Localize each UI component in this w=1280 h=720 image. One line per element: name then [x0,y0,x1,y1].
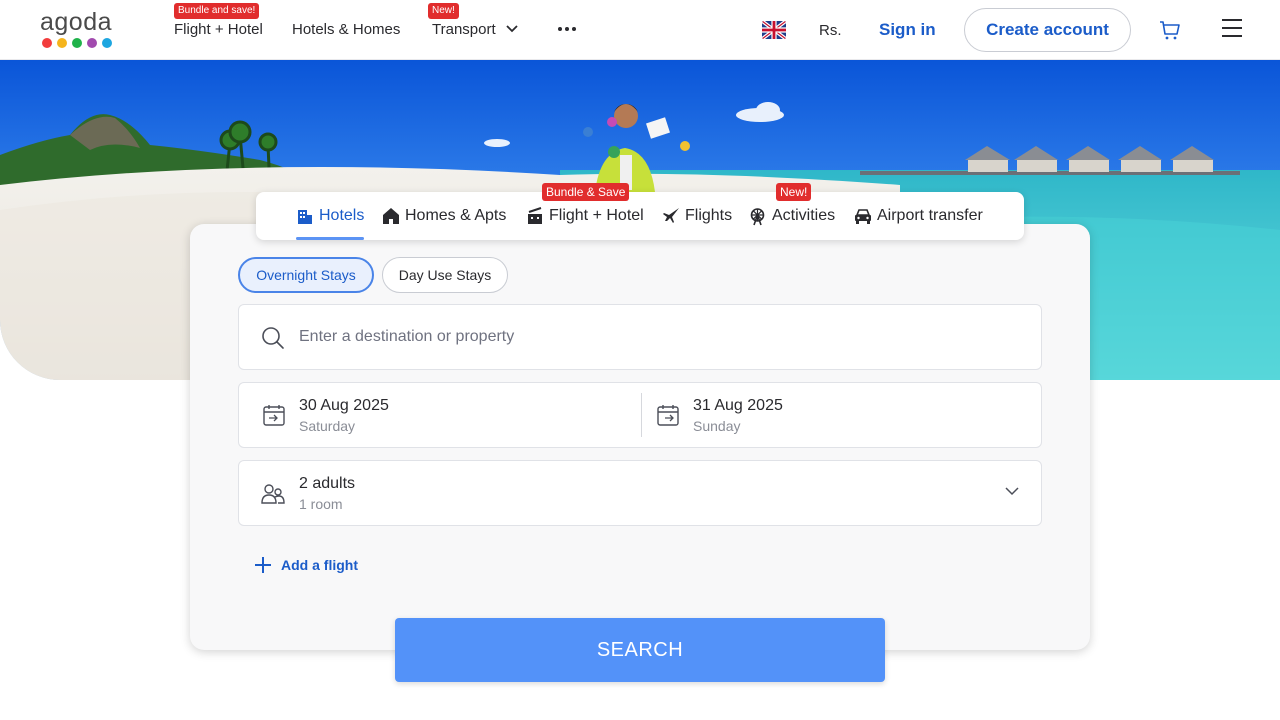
hotel-building-icon [298,210,312,224]
rooms-summary: 1 room [299,496,343,512]
nav-transport[interactable]: New! Transport [428,3,518,38]
nav-transport-label: Transport [432,21,496,38]
tab-homes-apts-label: Homes & Apts [405,207,507,224]
search-icon [262,327,284,349]
occupancy-selector[interactable]: 2 adults 1 room [238,460,1042,526]
flight-hotel-icon [528,207,542,224]
check-out-date[interactable]: 31 Aug 2025 Sunday [633,383,1023,447]
dot [565,27,569,31]
bar [1222,19,1242,21]
nav-flight-hotel-label: Flight + Hotel [174,21,263,38]
nav-flight-hotel[interactable]: Bundle and save! Flight + Hotel [174,3,263,38]
tab-homes-apts[interactable]: Homes & Apts [382,192,506,240]
tab-flights-label: Flights [685,207,733,224]
tab-activities[interactable]: New! Activities [748,183,836,240]
dot [558,27,562,31]
logo-dot-yellow [57,38,67,48]
check-out-date-value: 31 Aug 2025 [693,397,783,414]
sign-in-link[interactable]: Sign in [879,20,936,40]
calendar-check-in-icon [263,405,285,426]
badge-new: New! [776,183,812,201]
hamburger-menu-icon[interactable] [1222,19,1242,37]
create-account-button[interactable]: Create account [964,8,1131,52]
logo-text: agoda [40,8,113,36]
cart-icon[interactable] [1159,19,1181,41]
add-flight-link[interactable]: Add a flight [254,556,358,574]
logo-dot-blue [102,38,112,48]
logo-dots [42,38,116,48]
tab-activities-label: Activities [772,207,836,224]
calendar-check-out-icon [657,405,679,426]
badge-bundle-save: Bundle & Save [542,183,630,201]
currency-selector[interactable]: Rs. [819,22,842,39]
check-in-date-value: 30 Aug 2025 [299,397,389,414]
bar [1222,27,1242,29]
ferris-wheel-icon [750,207,765,225]
tab-flight-hotel[interactable]: Bundle & Save Flight + Hotel [526,183,644,240]
search-button[interactable]: SEARCH [395,618,885,682]
destination-field[interactable] [238,304,1042,370]
chevron-down-icon [1005,487,1019,496]
nav-badge-new: New! [428,3,459,19]
tab-airport-transfer[interactable]: Airport transfer [854,192,983,240]
guests-summary: 2 adults [299,475,356,492]
car-icon [855,209,871,224]
chevron-down-icon [506,25,518,33]
agoda-logo[interactable]: agoda [40,10,116,50]
tab-flights[interactable]: Flights [662,192,732,240]
guests-icon [261,484,285,504]
tab-hotels-label: Hotels [319,207,365,224]
date-range-field: 30 Aug 2025 Saturday 31 Aug 2025 Sunday [238,382,1042,448]
top-header: agoda Bundle and save! Flight + Hotel Ho… [0,0,1280,60]
tab-flight-hotel-label: Flight + Hotel [549,207,644,224]
nav-hotels-homes[interactable]: Hotels & Homes [292,21,400,38]
plus-icon [255,557,271,573]
add-flight-label: Add a flight [281,557,358,573]
more-menu-icon[interactable] [558,27,576,31]
bar [1222,35,1242,37]
logo-dot-purple [87,38,97,48]
logo-dot-green [72,38,82,48]
nav-badge-bundle: Bundle and save! [174,3,260,19]
airplane-icon [663,208,679,223]
day-use-stays-toggle[interactable]: Day Use Stays [382,257,508,293]
product-tabs: Hotels Homes & Apts Bundle & Save Flight… [256,183,1024,240]
tab-hotels[interactable]: Hotels [296,192,365,240]
home-icon [383,208,399,224]
dot [572,27,576,31]
uk-flag-icon[interactable] [762,21,786,39]
logo-dot-red [42,38,52,48]
overnight-stays-toggle[interactable]: Overnight Stays [238,257,374,293]
destination-input[interactable] [299,321,999,353]
nav-hotels-homes-label: Hotels & Homes [292,21,401,38]
check-out-day: Sunday [693,418,741,434]
search-card: Overnight Stays Day Use Stays 30 Aug 202… [190,224,1090,650]
check-in-day: Saturday [299,418,356,434]
tab-airport-transfer-label: Airport transfer [877,207,983,224]
check-in-date[interactable]: 30 Aug 2025 Saturday [239,383,629,447]
